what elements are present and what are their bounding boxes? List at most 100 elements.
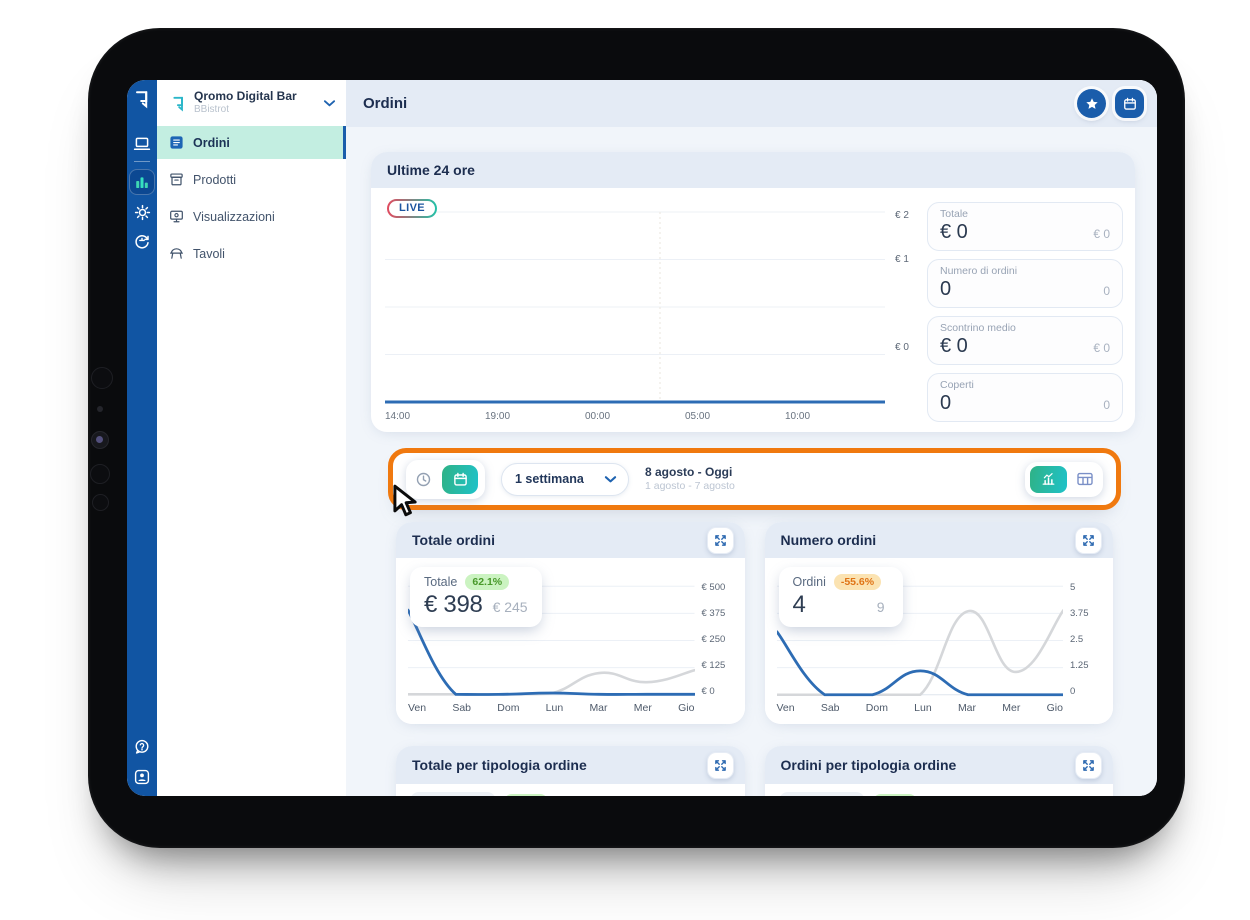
live-card-body: LIVE 14:00 19:00 00:00 05:00 10:00 € 2 €… [371,188,1135,432]
calendar-button[interactable] [1115,89,1144,118]
tablet-sensor-icon [91,367,113,389]
chart-tooltip: Ordini -55.6% 4 9 [778,567,903,627]
y-tick-label: € 1 [895,254,909,265]
expand-button[interactable] [1075,751,1102,779]
card-title: Totale ordini [412,532,495,548]
stat-numero-ordini: Numero di ordini 0 0 [927,259,1123,308]
x-axis: Ven Sab Dom Lun Mar Mer Gio [408,697,695,716]
x-tick-label: Dom [865,702,888,714]
live-chart: LIVE [385,199,885,406]
y-tick-label: € 250 [701,633,726,645]
chart-view-button[interactable] [1030,465,1067,493]
expand-button[interactable] [706,526,734,554]
analytics-chart-icon[interactable] [129,169,155,195]
live-x-axis: 14:00 19:00 00:00 05:00 10:00 [385,411,885,422]
table-view-icon[interactable] [1076,471,1094,487]
stat-label: Coperti [940,379,974,391]
account-icon[interactable] [133,768,151,786]
sidebar-item-label: Prodotti [193,172,237,187]
tooltip-secondary: 9 [876,599,885,615]
calendar-mode-button[interactable] [442,464,478,494]
tooltip-stub [778,792,865,796]
stat-secondary: € 0 [1093,341,1110,355]
topbar: Ordini [346,80,1157,127]
percent-change-badge: 62.1% [465,574,510,590]
expand-icon [1082,759,1095,772]
x-tick-label: Sab [452,702,472,714]
date-range-previous: 1 agosto - 7 agosto [645,479,735,492]
tablet-frame: Qromo Digital Bar BBistrot Ordini Prodot… [88,28,1185,848]
app-screen: Qromo Digital Bar BBistrot Ordini Prodot… [127,80,1157,796]
clock-icon[interactable] [415,471,432,488]
stat-value: 0 [940,278,952,300]
stat-value: € 0 [940,335,968,357]
x-tick-label: Ven [408,702,427,714]
time-mode-toggle [406,459,485,499]
ordini-tipologia-card: Ordini per tipologia ordine [764,746,1113,796]
x-axis: Ven Sab Dom Lun Mar Mer Gio [777,697,1064,716]
numero-ordini-card: Numero ordini Ordini -55.6% 4 9 Ven Sab … [764,522,1113,724]
x-tick-label: Dom [497,702,520,714]
live-y-axis: € 2 € 1 € 0 [893,202,919,422]
view-mode-toggle [1025,461,1103,497]
views-monitor-icon [169,209,184,224]
tooltip-label: Ordini [792,575,826,589]
tables-icon [169,246,184,261]
page-title: Ordini [363,95,408,112]
settings-gear-icon[interactable] [134,204,151,221]
workspace-selector[interactable]: Qromo Digital Bar BBistrot [157,80,346,126]
sidebar-item-visualizzazioni[interactable]: Visualizzazioni [157,200,346,233]
workspace-name: Qromo Digital Bar [194,89,297,104]
totale-ordini-card: Totale ordini Totale 62.1% € 398 € 245 V… [396,522,745,724]
live-badge-label: LIVE [389,201,436,216]
stat-value: 0 [940,392,952,414]
help-icon[interactable] [133,738,151,756]
nav-rail [127,80,157,796]
device-laptop-icon[interactable] [133,136,151,152]
integrations-plug-icon[interactable] [133,233,151,251]
stat-secondary: 0 [1103,284,1110,298]
qromo-logo-icon[interactable] [133,89,151,109]
x-tick-label: Ven [776,702,795,714]
topbar-actions [1077,89,1144,118]
sidebar-item-label: Tavoli [193,246,225,261]
live-plot-column: LIVE 14:00 19:00 00:00 05:00 10:00 [385,199,885,422]
workspace-logo-icon [171,95,186,112]
sidebar-menu: Ordini Prodotti Visualizzazioni Tavoli [157,126,346,274]
stat-scontrino-medio: Scontrino medio € 0 € 0 [927,316,1123,365]
bottom-row: Totale per tipologia ordine Ordini per t… [396,746,1113,796]
period-filter-bar: 1 settimana 8 agosto - Oggi 1 agosto - 7… [388,448,1121,510]
x-tick-label: Gio [1046,702,1063,714]
expand-icon [714,759,727,772]
y-tick-label: 0 [1070,685,1076,697]
live-card-header: Ultime 24 ore [371,152,1135,188]
chevron-down-icon [604,475,617,484]
tablet-sensor-icon [92,494,109,511]
tablet-camera-lens-icon [91,431,109,449]
stat-totale: Totale € 0 € 0 [927,202,1123,251]
y-tick-label: 1.25 [1070,659,1089,671]
badge-stub [872,794,917,796]
sidebar-item-ordini[interactable]: Ordini [157,126,346,159]
x-tick-label: Sab [820,702,840,714]
sidebar-item-prodotti[interactable]: Prodotti [157,163,346,196]
badge-stub [504,794,548,796]
stat-secondary: € 0 [1093,227,1110,241]
workspace-subtitle: BBistrot [194,104,230,116]
x-tick-label: 00:00 [585,411,611,422]
tooltip-value: 4 [792,591,806,618]
card-header: Ordini per tipologia ordine [764,746,1113,784]
expand-button[interactable] [706,751,734,779]
expand-button[interactable] [1075,526,1102,554]
stat-value: € 0 [940,221,968,243]
card-header: Totale ordini [396,522,745,558]
calendar-icon [453,472,468,487]
card-header: Totale per tipologia ordine [396,746,745,784]
card-body-clipped [764,784,1113,796]
favorites-star-button[interactable] [1077,89,1106,118]
live-card: Ultime 24 ore LIVE 14:00 19:00 00:00 05:… [371,152,1135,432]
period-select[interactable]: 1 settimana [501,462,629,496]
sidebar: Qromo Digital Bar BBistrot Ordini Prodot… [157,80,346,796]
sidebar-item-label: Ordini [193,135,230,150]
sidebar-item-tavoli[interactable]: Tavoli [157,237,346,270]
